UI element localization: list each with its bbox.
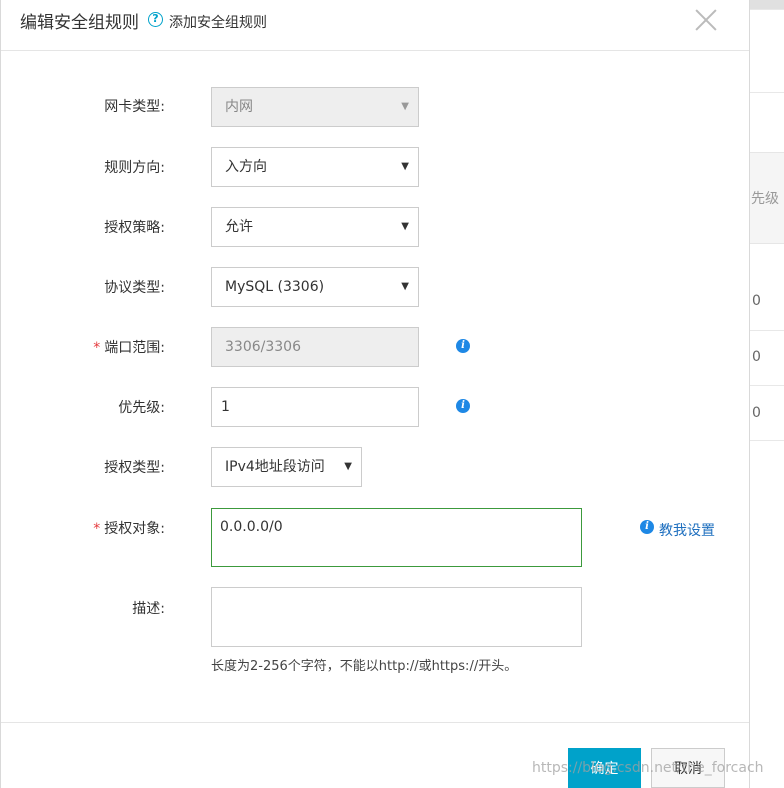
teach-me-link[interactable]: 教我设置 <box>659 520 715 540</box>
auth-object-label-text: 授权对象: <box>104 521 165 537</box>
close-icon[interactable] <box>693 7 719 33</box>
priority-input[interactable]: 1 <box>211 387 419 427</box>
auth-object-textarea[interactable]: 0.0.0.0/0 <box>211 508 582 567</box>
direction-value: 入方向 <box>225 159 267 175</box>
bg-cell: 0 <box>752 405 761 421</box>
caret-down-icon: ▼ <box>401 161 409 172</box>
bg-cell: 0 <box>752 349 761 365</box>
auth-object-label: * 授权对象: <box>61 518 165 538</box>
edit-security-rule-dialog: 编辑安全组规则 ? 添加安全组规则 网卡类型: 内网 ▼ 规则方向: 入方向 ▼… <box>0 0 750 788</box>
required-mark: * <box>93 521 101 537</box>
protocol-select[interactable]: MySQL (3306) ▼ <box>211 267 419 307</box>
port-range-label: * 端口范围: <box>61 337 165 357</box>
info-icon: i <box>640 520 654 534</box>
dialog-title: 编辑安全组规则 <box>20 13 139 33</box>
direction-select[interactable]: 入方向 ▼ <box>211 147 419 187</box>
bg-header-priority: 先级 <box>751 191 779 207</box>
bg-cell: 0 <box>752 293 761 309</box>
caret-down-icon: ▼ <box>401 281 409 292</box>
port-range-input[interactable]: 3306/3306 <box>211 327 419 367</box>
port-range-label-text: 端口范围: <box>104 340 165 356</box>
caret-down-icon: ▼ <box>401 101 409 112</box>
caret-down-icon: ▼ <box>401 221 409 232</box>
auth-object-value: 0.0.0.0/0 <box>220 519 283 535</box>
dialog-header: 编辑安全组规则 ? 添加安全组规则 <box>1 0 749 51</box>
auth-type-label: 授权类型: <box>104 460 165 476</box>
policy-value: 允许 <box>225 219 253 235</box>
priority-label: 优先级: <box>118 400 165 416</box>
bg-top-bar <box>750 0 784 10</box>
nic-type-select[interactable]: 内网 ▼ <box>211 87 419 127</box>
protocol-label: 协议类型: <box>104 280 165 296</box>
info-icon[interactable]: i <box>456 399 470 413</box>
protocol-value: MySQL (3306) <box>225 279 325 295</box>
caret-down-icon: ▼ <box>344 461 352 472</box>
description-hint: 长度为2-256个字符，不能以http://或https://开头。 <box>211 659 518 674</box>
priority-value: 1 <box>221 399 230 415</box>
nic-type-label: 网卡类型: <box>104 99 165 115</box>
info-icon[interactable]: i <box>456 339 470 353</box>
policy-select[interactable]: 允许 ▼ <box>211 207 419 247</box>
add-rule-help-link[interactable]: 添加安全组规则 <box>169 12 267 32</box>
nic-type-value: 内网 <box>225 99 253 115</box>
direction-label: 规则方向: <box>104 160 165 176</box>
required-mark: * <box>93 340 101 356</box>
question-icon[interactable]: ? <box>148 12 163 27</box>
auth-type-select[interactable]: IPv4地址段访问 ▼ <box>211 447 362 487</box>
description-label: 描述: <box>132 601 165 617</box>
description-textarea[interactable] <box>211 587 582 647</box>
bg-divider <box>750 92 784 93</box>
policy-label: 授权策略: <box>104 220 165 236</box>
auth-type-value: IPv4地址段访问 <box>225 459 325 475</box>
watermark: https://blog.csdn.net/the_forcach <box>532 760 764 776</box>
footer-divider <box>1 722 749 723</box>
port-range-value: 3306/3306 <box>225 339 301 355</box>
